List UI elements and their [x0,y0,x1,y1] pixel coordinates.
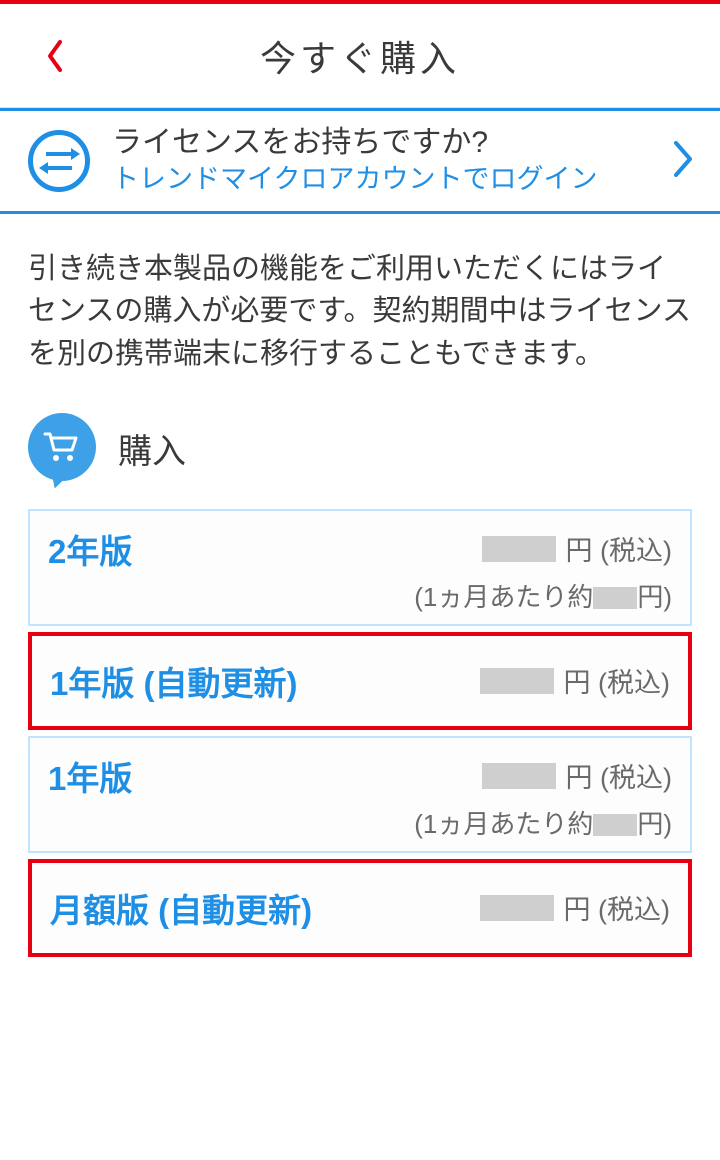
purchase-section-header: 購入 [0,413,720,509]
plan-option[interactable]: 月額版 (自動更新) 円 (税込) [28,859,692,957]
back-button[interactable] [40,36,70,76]
per-month-suffix: 円) [637,582,672,612]
back-chevron-icon [45,39,65,73]
plan-name: 月額版 (自動更新) [50,884,312,932]
price-redacted [482,536,556,562]
plan-option[interactable]: 1年版 円 (税込) (1ヵ月あたり約 円) [28,736,692,853]
plan-row: 月額版 (自動更新) 円 (税込) [50,884,670,932]
login-question: ライセンスをお持ちですか? [112,125,650,161]
plan-name: 1年版 [48,752,132,800]
purchase-section-title: 購入 [118,424,186,473]
per-month-suffix: 円) [637,809,672,839]
page-title: 今すぐ購入 [0,30,720,82]
plan-price: 円 (税込) [482,529,672,568]
plan-row: 1年版 円 (税込) [48,752,672,800]
login-banner[interactable]: ライセンスをお持ちですか? トレンドマイクロアカウントでログイン [0,108,720,214]
login-text: ライセンスをお持ちですか? トレンドマイクロアカウントでログイン [112,125,650,197]
plan-name: 1年版 (自動更新) [50,657,298,705]
cart-icon [28,413,100,485]
per-month-redacted [593,814,637,836]
login-link-text: トレンドマイクロアカウントでログイン [112,161,650,197]
header-bar: 今すぐ購入 [0,4,720,108]
price-suffix: 円 (税込) [566,756,672,795]
plan-price: 円 (税込) [482,756,672,795]
per-month-prefix: (1ヵ月あたり約 [414,582,593,612]
plan-subtext: (1ヵ月あたり約 円) [48,804,672,841]
chevron-right-icon [672,139,698,184]
price-suffix: 円 (税込) [566,529,672,568]
price-suffix: 円 (税込) [564,661,670,700]
price-suffix: 円 (税込) [564,888,670,927]
swap-arrows-icon [28,130,90,192]
plan-row: 2年版 円 (税込) [48,525,672,573]
per-month-redacted [593,587,637,609]
plan-price: 円 (税込) [480,661,670,700]
price-redacted [480,668,554,694]
plan-name: 2年版 [48,525,132,573]
plan-option[interactable]: 2年版 円 (税込) (1ヵ月あたり約 円) [28,509,692,626]
plan-row: 1年版 (自動更新) 円 (税込) [50,657,670,705]
price-redacted [482,763,556,789]
description-text: 引き続き本製品の機能をご利用いただくにはライセンスの購入が必要です。契約期間中は… [0,214,720,412]
plan-subtext: (1ヵ月あたり約 円) [48,577,672,614]
plan-price: 円 (税込) [480,888,670,927]
per-month-prefix: (1ヵ月あたり約 [414,809,593,839]
plan-option[interactable]: 1年版 (自動更新) 円 (税込) [28,632,692,730]
plans-list: 2年版円 (税込)(1ヵ月あたり約円)1年版 (自動更新)円 (税込)1年版円 … [0,509,720,957]
price-redacted [480,895,554,921]
